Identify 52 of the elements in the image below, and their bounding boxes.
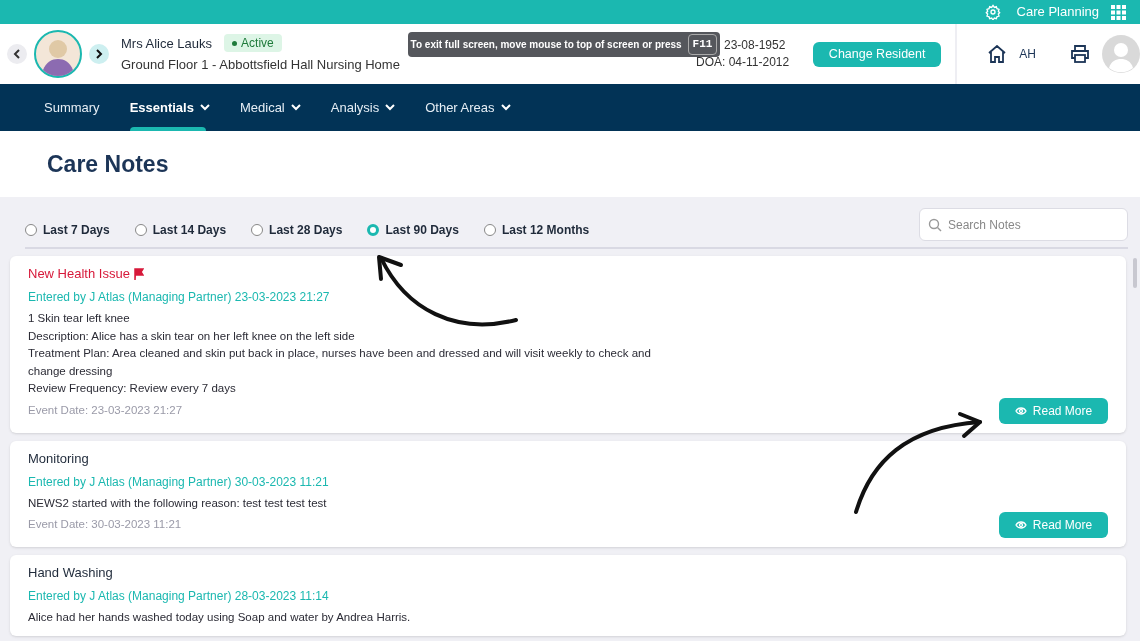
status-badge: Active (224, 34, 282, 53)
radio-button[interactable] (367, 224, 380, 236)
toast-message: To exit full screen, move mouse to top of screen or press (410, 38, 682, 52)
radio-option[interactable]: Last 7 Days (25, 221, 110, 239)
note-text: Description: Alice has a skin tear on her left knee on the left side (28, 328, 356, 344)
nav-tab[interactable]: Other Areas (425, 84, 511, 131)
note-text: 1 Skin tear left knee (28, 311, 131, 326)
avatar (34, 30, 82, 78)
home-icon[interactable] (987, 45, 1008, 63)
nav-tab[interactable]: Analysis (330, 84, 396, 131)
event-date: Event Date: 30-03-2023 11:21 (28, 517, 182, 533)
nav-tab[interactable]: Medical (239, 84, 301, 131)
next-button[interactable] (89, 44, 109, 64)
radio-option[interactable]: Last 90 Days (367, 221, 459, 239)
note-text: Review Frequency: Review every 7 days (28, 381, 237, 396)
grid-icon[interactable] (1111, 4, 1126, 20)
radio-option[interactable]: Last 12 Months (483, 221, 590, 239)
note-text: NEWS2 started with the following reason: test test test test (28, 495, 328, 511)
date-of-birth: 23-08-1952 (724, 37, 786, 54)
note-text: Alice had her hands washed today using Soap and water by Andrea Harris. (28, 610, 412, 625)
eye-icon (1014, 405, 1027, 416)
search-field[interactable]: Search Notes (919, 208, 1128, 241)
radio-button[interactable] (25, 224, 37, 236)
user-initials: AH (1019, 46, 1036, 63)
resident-name: Mrs Alice Lauks (121, 34, 213, 53)
printer-icon[interactable] (1069, 45, 1090, 63)
chevron-right-icon (95, 49, 103, 59)
scrollbar-thumb[interactable] (1133, 258, 1137, 288)
nav-tab[interactable]: Essentials (129, 84, 210, 131)
page-title: Care Notes (47, 149, 169, 179)
radio-button[interactable] (251, 224, 264, 236)
date-of-admission: DOA: 04-11-2012 (696, 54, 790, 71)
entered-by: Entered by J Atlas (Managing Partner) 23-03-2023 21:27 (28, 289, 331, 305)
note-title: New Health Issue (28, 265, 130, 284)
key-hint: F11 (687, 34, 718, 55)
search-icon (928, 218, 942, 232)
note-text: Treatment Plan: Area cleaned and skin put back in place, nurses have been and dressed and will visit weekly to check and change dressing (28, 346, 652, 379)
entered-by: Entered by J Atlas (Managing Partner) 30-03-2023 11:21 (28, 473, 330, 490)
chevron-left-icon (13, 49, 21, 59)
note-title: Monitoring (28, 449, 89, 468)
nav-tab[interactable]: Summary (44, 84, 100, 131)
radio-option[interactable]: Last 28 Days (251, 221, 343, 239)
previous-button[interactable] (7, 44, 27, 64)
radio-button[interactable] (483, 224, 496, 236)
entered-by: Entered by J Atlas (Managing Partner) 28-03-2023 11:14 (28, 588, 330, 604)
radio-option[interactable]: Last 14 Days (134, 221, 227, 239)
event-date: Event Date: 23-03-2023 21:27 (28, 402, 183, 418)
resident-location: Ground Floor 1 - Abbottsfield Hall Nursing Home (121, 56, 401, 74)
settings-icon[interactable] (984, 4, 1001, 20)
eye-icon (1014, 520, 1027, 530)
radio-button[interactable] (134, 224, 147, 236)
note-title: Hand Washing (28, 564, 113, 583)
